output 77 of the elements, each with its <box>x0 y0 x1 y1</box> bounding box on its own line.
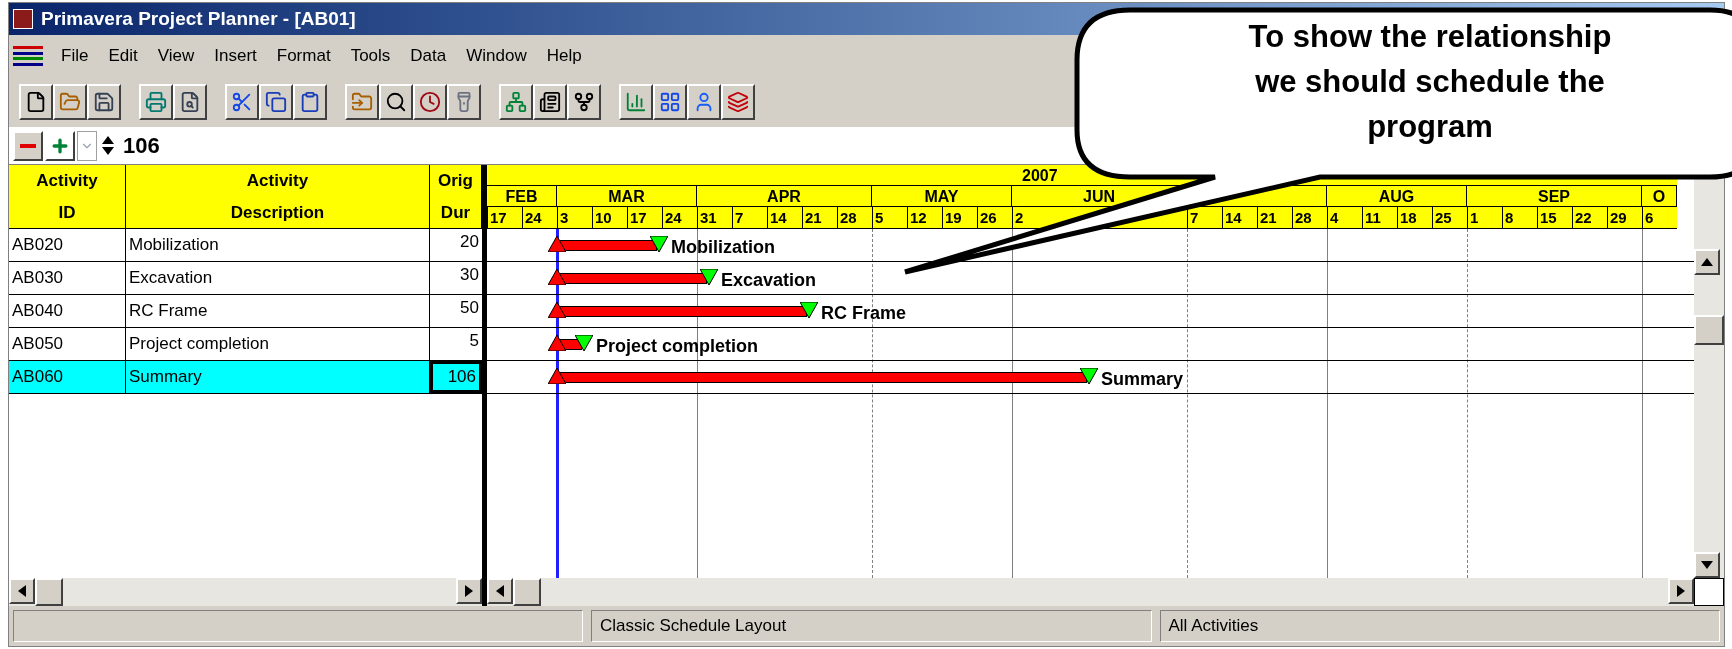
week-label: 24 <box>662 207 697 228</box>
month-label: SEP <box>1538 187 1570 206</box>
month-label: AUG <box>1378 187 1415 206</box>
week-label: 21 <box>802 207 837 228</box>
week-label: 5 <box>872 207 907 228</box>
callout-text: To show the relationship we should schedule the program <box>1247 18 1613 146</box>
menu-item[interactable]: Edit <box>98 43 148 69</box>
week-label: 29 <box>1607 207 1642 228</box>
table-cell: AB050 <box>9 328 126 360</box>
month-label: FEB <box>505 187 538 206</box>
table-cell: AB040 <box>9 295 126 327</box>
week-label: 19 <box>942 207 977 228</box>
table-cell-text: 50 <box>459 297 480 319</box>
year-label: 2007 <box>1022 166 1058 185</box>
table-cell-text: 5 <box>468 330 480 352</box>
menu-item[interactable]: View <box>147 43 205 69</box>
window-title: Primavera Project Planner - [AB01] <box>41 6 356 31</box>
status-panel: Classic Schedule Layout <box>591 610 1152 642</box>
bar-label: Summary <box>1101 368 1184 391</box>
table-cell-text: 30 <box>459 264 480 286</box>
status-panel: All Activities <box>1159 610 1720 642</box>
week-label: 18 <box>1397 207 1432 228</box>
week-label: 3 <box>557 207 592 228</box>
menu-item[interactable]: Help <box>536 43 592 69</box>
week-label: 6 <box>1642 207 1677 228</box>
menu-item[interactable]: Tools <box>340 43 401 69</box>
column-header[interactable]: Orig Dur <box>430 165 482 228</box>
week-label: 12 <box>907 207 942 228</box>
week-label: 11 <box>1362 207 1397 228</box>
week-label: 7 <box>732 207 767 228</box>
week-label: 28 <box>1292 207 1327 228</box>
month-label: O <box>1652 187 1666 206</box>
week-label: 31 <box>697 207 732 228</box>
table-cell: 106 <box>430 361 482 393</box>
week-label: 4 <box>1327 207 1362 228</box>
week-label: 1 <box>1467 207 1502 228</box>
table-cell: AB020 <box>9 229 126 261</box>
week-label: 14 <box>767 207 802 228</box>
table-row[interactable]: AB020 Mobilization 20 <box>9 229 482 262</box>
table-row[interactable]: AB050 Project completion 5 <box>9 328 482 361</box>
week-label: 8 <box>1502 207 1537 228</box>
month-label: JUN <box>1083 187 1115 206</box>
table-row[interactable]: AB030 Excavation 30 <box>9 262 482 295</box>
week-label: 21 <box>1257 207 1292 228</box>
menu-item[interactable]: Window <box>456 43 537 69</box>
week-label: 25 <box>1432 207 1467 228</box>
week-label: 22 <box>1572 207 1607 228</box>
bar-label: Mobilization <box>671 236 775 259</box>
week-label: 17 <box>487 207 522 228</box>
table-cell: AB060 <box>9 361 126 393</box>
week-label: 14 <box>1222 207 1257 228</box>
bar-label: Project completion <box>596 335 759 358</box>
month-label: MAY <box>924 187 959 206</box>
week-label: 10 <box>592 207 627 228</box>
table-cell: Project completion <box>126 328 430 360</box>
bar-label: Excavation <box>721 269 817 292</box>
table-row[interactable]: AB040 RC Frame 50 <box>9 295 482 328</box>
table-cell: AB030 <box>9 262 126 294</box>
menu-item[interactable]: Data <box>400 43 457 69</box>
column-header[interactable]: Activity Description <box>126 165 430 228</box>
table-cell: Mobilization <box>126 229 430 261</box>
week-label: 17 <box>627 207 662 228</box>
table-cell-text: 20 <box>459 231 480 253</box>
table-cell: Excavation <box>126 262 430 294</box>
month-label: MAR <box>608 187 645 206</box>
table-cell: RC Frame <box>126 295 430 327</box>
menu-item[interactable]: File <box>51 43 99 69</box>
week-label: 28 <box>837 207 872 228</box>
week-label: 24 <box>522 207 557 228</box>
column-header[interactable]: Activity ID <box>9 165 126 228</box>
menu-item[interactable]: Format <box>266 43 341 69</box>
week-label: 15 <box>1537 207 1572 228</box>
menu-item[interactable]: Insert <box>204 43 267 69</box>
month-label: APR <box>767 187 801 206</box>
bar-label: RC Frame <box>821 302 907 325</box>
week-label: 26 <box>977 207 1012 228</box>
table-row[interactable]: AB060 Summary 106 <box>9 361 482 394</box>
